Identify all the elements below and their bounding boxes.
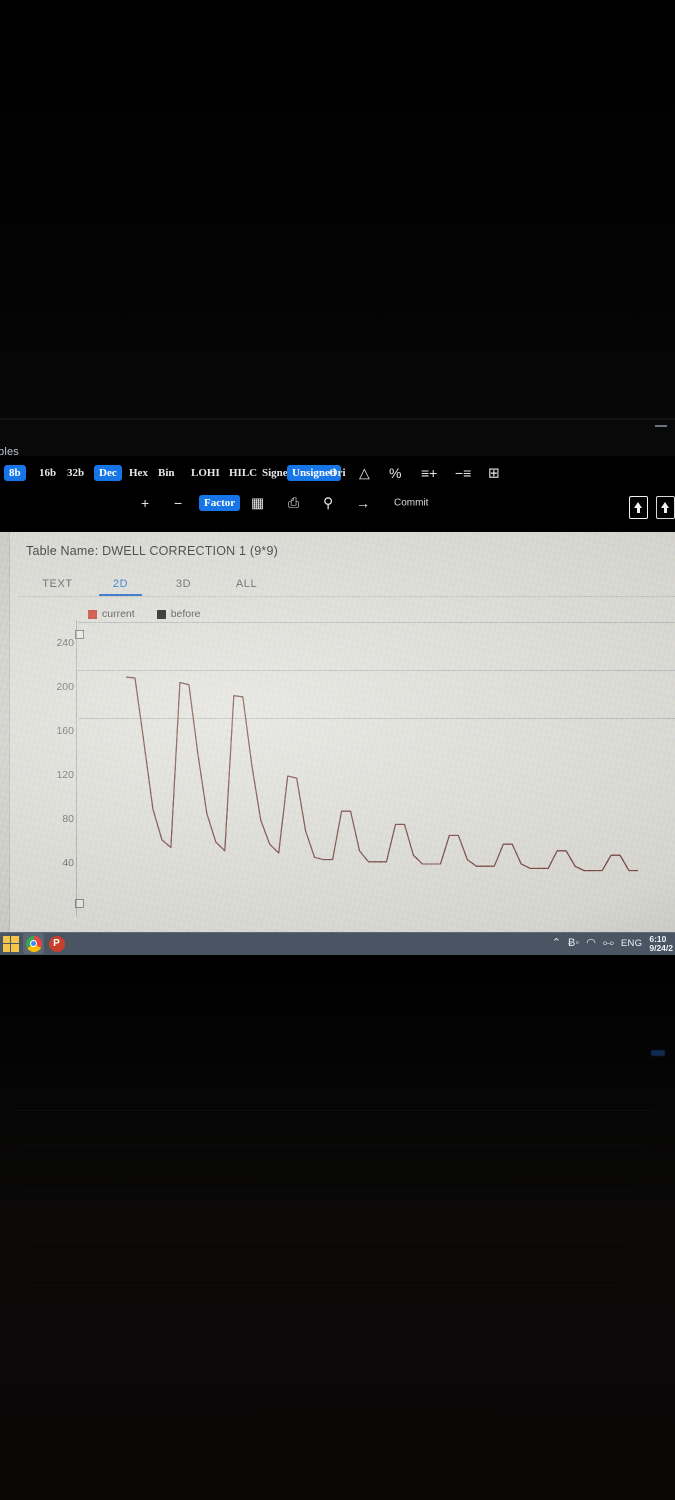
table-name-label: Table Name:: [26, 544, 99, 558]
tab-2d[interactable]: 2D: [89, 578, 152, 590]
minimize-icon[interactable]: [655, 425, 667, 427]
split-view-icon[interactable]: ⊞: [483, 463, 505, 484]
tab-all[interactable]: ALL: [215, 578, 278, 590]
y-axis-labels: 240 200 160 120 80 40: [20, 608, 74, 928]
tab-divider: [18, 596, 675, 597]
dark-surroundings-bottom: [0, 955, 675, 1500]
decrement-button[interactable]: −: [169, 493, 187, 513]
search-icon[interactable]: ⚲: [318, 493, 338, 514]
led-indicator: [651, 1050, 665, 1056]
format-hex[interactable]: Hex: [124, 465, 153, 481]
page-title: Table Name: DWELL CORRECTION 1 (9*9): [26, 544, 278, 558]
app-page: Table Name: DWELL CORRECTION 1 (9*9) TEX…: [0, 532, 675, 932]
clock-date: 9/24/2: [649, 942, 673, 953]
dark-surroundings-top: [0, 0, 675, 420]
system-tray: ⌃ Ƀ◦ ◠ ⧟ ENG 6:10 9/24/2: [552, 932, 675, 955]
wifi-icon[interactable]: ◠: [586, 938, 596, 949]
page-left-gutter: [0, 532, 10, 932]
original-values[interactable]: Ori: [324, 465, 351, 481]
byteorder-lohi[interactable]: LOHI: [186, 465, 225, 481]
series-current-line: [125, 676, 638, 872]
format-dec[interactable]: Dec: [94, 465, 122, 481]
y-tick-40: 40: [62, 857, 74, 869]
powerpoint-icon[interactable]: P: [46, 933, 67, 954]
download-file-icon[interactable]: [656, 496, 675, 519]
delta-icon[interactable]: △: [354, 463, 375, 484]
chart-plot-area[interactable]: [76, 608, 675, 928]
y-tick-240: 240: [56, 637, 74, 649]
paste-table-icon[interactable]: ⎙: [283, 493, 304, 514]
percent-icon[interactable]: %: [384, 463, 406, 483]
browser-chrome: bles 文 ☆ 8b16b32bDecHexBinLOHIHILCSigned…: [0, 420, 675, 532]
series-before-line: [125, 676, 638, 872]
table-name-value: DWELL CORRECTION 1 (9*9): [102, 544, 278, 558]
grid-icon[interactable]: ▦: [246, 493, 269, 514]
upload-file-icon[interactable]: [629, 496, 648, 519]
add-rows-icon[interactable]: ≡+: [416, 463, 442, 483]
remove-rows-icon[interactable]: −≡: [450, 463, 476, 483]
powerpoint-glyph: P: [48, 935, 65, 952]
start-button[interactable]: [0, 933, 21, 954]
tray-overflow-icon[interactable]: ⌃: [552, 938, 561, 949]
windows-glyph: [2, 935, 19, 952]
chrome-icon[interactable]: [23, 933, 44, 954]
toolbar-row-edit: + − Factor ▦ ⎙ ⚲ → Commit: [0, 488, 675, 518]
commit-button[interactable]: Commit: [389, 496, 433, 511]
go-to-icon[interactable]: →: [351, 493, 375, 513]
bitwidth-16b[interactable]: 16b: [34, 465, 61, 481]
toolbar-row-format: 8b 16b 32b Dec Hex Bin LOHI HILC Signed Unsigned O…: [0, 458, 675, 488]
laptop-screen: bles 文 ☆ 8b16b32bDecHexBinLOHIHILCSigned…: [0, 420, 675, 955]
bitwidth-32b[interactable]: 32b: [62, 465, 89, 481]
factor-button[interactable]: Factor: [199, 495, 241, 511]
increment-button[interactable]: +: [136, 493, 154, 513]
taskbar-apps: P: [0, 932, 67, 955]
clock[interactable]: 6:10 9/24/2: [649, 934, 673, 953]
y-tick-160: 160: [56, 725, 74, 737]
chart-series-layer: [125, 676, 638, 872]
chrome-glyph: [25, 935, 42, 952]
app-toolbar: 8b 16b 32b Dec Hex Bin LOHI HILC Signed Unsigned O…: [0, 456, 675, 532]
bluetooth-icon[interactable]: Ƀ◦: [568, 938, 579, 949]
volume-icon[interactable]: ⧟: [603, 938, 614, 949]
windows-taskbar: P ⌃ Ƀ◦ ◠ ⧟ ENG 6:10 9/24/2: [0, 932, 675, 955]
toolbar-file-actions: [629, 496, 675, 519]
y-tick-120: 120: [56, 769, 74, 781]
y-tick-80: 80: [62, 813, 74, 825]
browser-tabstrip[interactable]: bles: [0, 420, 675, 458]
y-axis-line: [76, 620, 77, 916]
tab-3d[interactable]: 3D: [152, 578, 215, 590]
language-indicator[interactable]: ENG: [621, 938, 643, 949]
tab-text[interactable]: TEXT: [26, 578, 89, 590]
chart-2d: current before 240 200 160 120 80 40: [20, 608, 675, 928]
y-tick-200: 200: [56, 681, 74, 693]
bitwidth-8b[interactable]: 8b: [4, 465, 26, 481]
format-bin[interactable]: Bin: [153, 465, 180, 481]
